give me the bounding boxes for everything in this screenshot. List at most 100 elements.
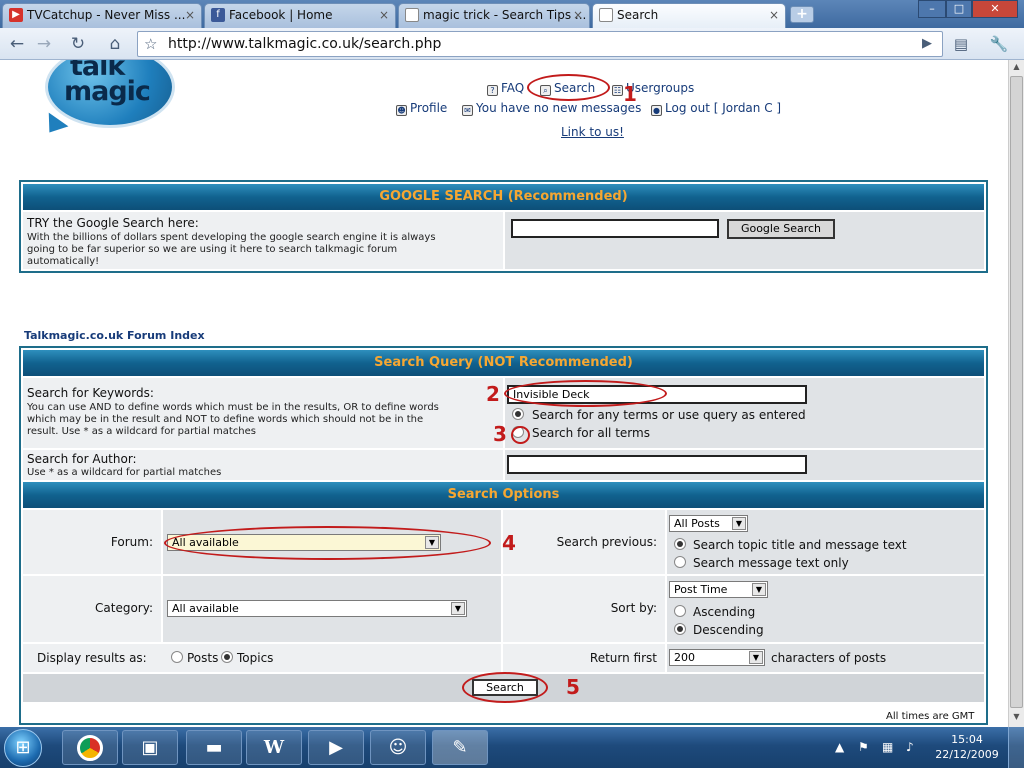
timezone-note: All times are GMT [886,711,975,722]
close-icon[interactable]: × [185,4,195,26]
profile-icon: ☻ [396,105,407,116]
forum-index-link[interactable]: Talkmagic.co.uk Forum Index [24,329,205,342]
tab-label: TVCatchup - Never Miss ... [27,8,186,22]
nav-logout[interactable]: ● Log out [ Jordan C ] [651,101,781,116]
author-input[interactable] [507,455,807,474]
return-first-cell: 200 ▼ characters of posts [667,644,984,672]
keywords-label: Search for Keywords: [27,386,154,400]
page-scrollbar[interactable]: ▲ ▼ [1008,60,1024,727]
radio-text-only[interactable] [674,556,686,568]
author-label: Search for Author: [27,452,137,466]
category-select-cell: All available ▼ [163,576,501,642]
media-icon[interactable]: ▶ [308,730,364,765]
window-icon[interactable]: ▣ [122,730,178,765]
search-query-header: Search Query (NOT Recommended) [23,350,984,376]
home-icon[interactable]: ⌂ [104,33,126,55]
tab-tvcatchup[interactable]: ▶ TVCatchup - Never Miss ... × [2,3,202,28]
reload-icon[interactable]: ↻ [67,33,89,55]
google-search-button[interactable]: Google Search [727,219,835,239]
radio-display-topics[interactable] [221,651,233,663]
scroll-up-icon[interactable]: ▲ [1011,62,1022,74]
sort-by-select[interactable]: Post Time ▼ [669,581,768,598]
new-tab-button[interactable]: + [790,6,814,23]
tab-magic-trick[interactable]: magic trick - Search Tips ... × [398,3,590,28]
network-icon[interactable]: ▦ [882,740,893,754]
link-to-us[interactable]: Link to us! [561,125,624,139]
keywords-help-2: which may be in the result and NOT to de… [27,414,424,425]
radio-any-terms[interactable] [512,408,524,420]
sort-by-cell: Post Time ▼ Ascending Descending [667,576,984,642]
word-icon[interactable]: W [246,730,302,765]
category-label: Category: [95,601,153,615]
annotation-number-3: 3 [493,422,507,446]
forward-icon[interactable]: → [33,33,55,55]
folder-icon[interactable]: ▬ [186,730,242,765]
bookmark-star-icon[interactable]: ☆ [144,32,157,56]
scroll-down-icon[interactable]: ▼ [1011,712,1022,724]
keywords-label-cell: Search for Keywords: You can use AND to … [23,378,503,448]
nav-profile[interactable]: ☻ Profile [396,101,447,116]
annotation-number-1: 1 [623,82,637,106]
chevron-down-icon: ▼ [732,517,746,530]
search-previous-select[interactable]: All Posts ▼ [669,515,748,532]
system-clock[interactable]: 15:04 22/12/2009 [932,732,1002,762]
radio-descending-label: Descending [693,623,764,637]
page-menu-icon[interactable]: ▤ [950,33,972,55]
browser-tab-strip: ▶ TVCatchup - Never Miss ... × f Faceboo… [0,0,1024,29]
logout-icon: ● [651,105,662,116]
windows-taskbar: ⊞ ▣ ▬ W ▶ ☺ ✎ ▲ ⚑ ▦ ♪ 15:04 22/12/2009 [0,727,1024,768]
address-bar[interactable]: ☆ http://www.talkmagic.co.uk/search.php [137,31,943,57]
radio-display-posts-label: Posts [187,651,219,665]
close-icon[interactable]: × [379,4,389,26]
radio-ascending[interactable] [674,605,686,617]
url-text: http://www.talkmagic.co.uk/search.php [168,36,442,52]
google-search-input[interactable] [511,219,719,238]
flag-icon[interactable]: ⚑ [858,740,869,754]
tab-facebook[interactable]: f Facebook | Home × [204,3,396,28]
show-desktop-button[interactable] [1008,727,1024,768]
radio-ascending-label: Ascending [693,605,756,619]
sort-by-label-cell: Sort by: [503,576,665,642]
chevron-down-icon: ▼ [451,602,465,615]
return-first-label-cell: Return first [503,644,665,672]
category-select[interactable]: All available ▼ [167,600,467,617]
tab-search[interactable]: Search × [592,3,786,29]
annotation-number-5: 5 [566,675,580,699]
scrollbar-thumb[interactable] [1010,76,1023,708]
maximize-button[interactable]: □ [946,0,972,18]
keywords-help-3: result. Use * as a wildcard for partial … [27,426,256,437]
wrench-icon[interactable]: 🔧 [988,33,1010,55]
chevron-down-icon: ▼ [752,583,766,596]
tray-expand-icon[interactable]: ▲ [835,740,844,754]
nav-messages[interactable]: ✉ You have no new messages [462,101,641,116]
volume-icon[interactable]: ♪ [906,740,914,754]
display-results-label: Display results as: [37,651,147,665]
people-icon[interactable]: ☺ [370,730,426,765]
google-search-header: GOOGLE SEARCH (Recommended) [23,184,984,210]
site-logo[interactable]: talk magic [64,60,174,105]
google-search-desc-2: going to be far superior so we are using… [27,244,398,255]
radio-display-posts[interactable] [171,651,183,663]
close-window-button[interactable]: ✕ [972,0,1018,18]
author-help: Use * as a wildcard for partial matches [27,467,222,478]
display-results-cell: Display results as: Posts Topics [23,644,501,672]
annotation-number-4: 4 [502,531,516,555]
minimize-button[interactable]: – [918,0,946,18]
start-button[interactable]: ⊞ [4,729,42,767]
back-icon[interactable]: ← [6,33,28,55]
paint-icon[interactable]: ✎ [432,730,488,765]
radio-descending[interactable] [674,623,686,635]
google-search-desc-1: With the billions of dollars spent devel… [27,232,436,243]
google-search-desc-3: automatically! [27,256,100,267]
chrome-icon[interactable] [62,730,118,765]
annotation-oval-3 [511,426,530,444]
nav-faq[interactable]: ? FAQ [487,81,524,96]
return-first-select[interactable]: 200 ▼ [669,649,765,666]
radio-title-and-text[interactable] [674,538,686,550]
tab-label: Facebook | Home [229,8,333,22]
category-label-cell: Category: [23,576,161,642]
go-icon[interactable]: ▶ [916,33,938,55]
close-icon[interactable]: × [769,4,779,26]
close-icon[interactable]: × [573,4,583,26]
radio-all-terms-label: Search for all terms [532,426,650,440]
